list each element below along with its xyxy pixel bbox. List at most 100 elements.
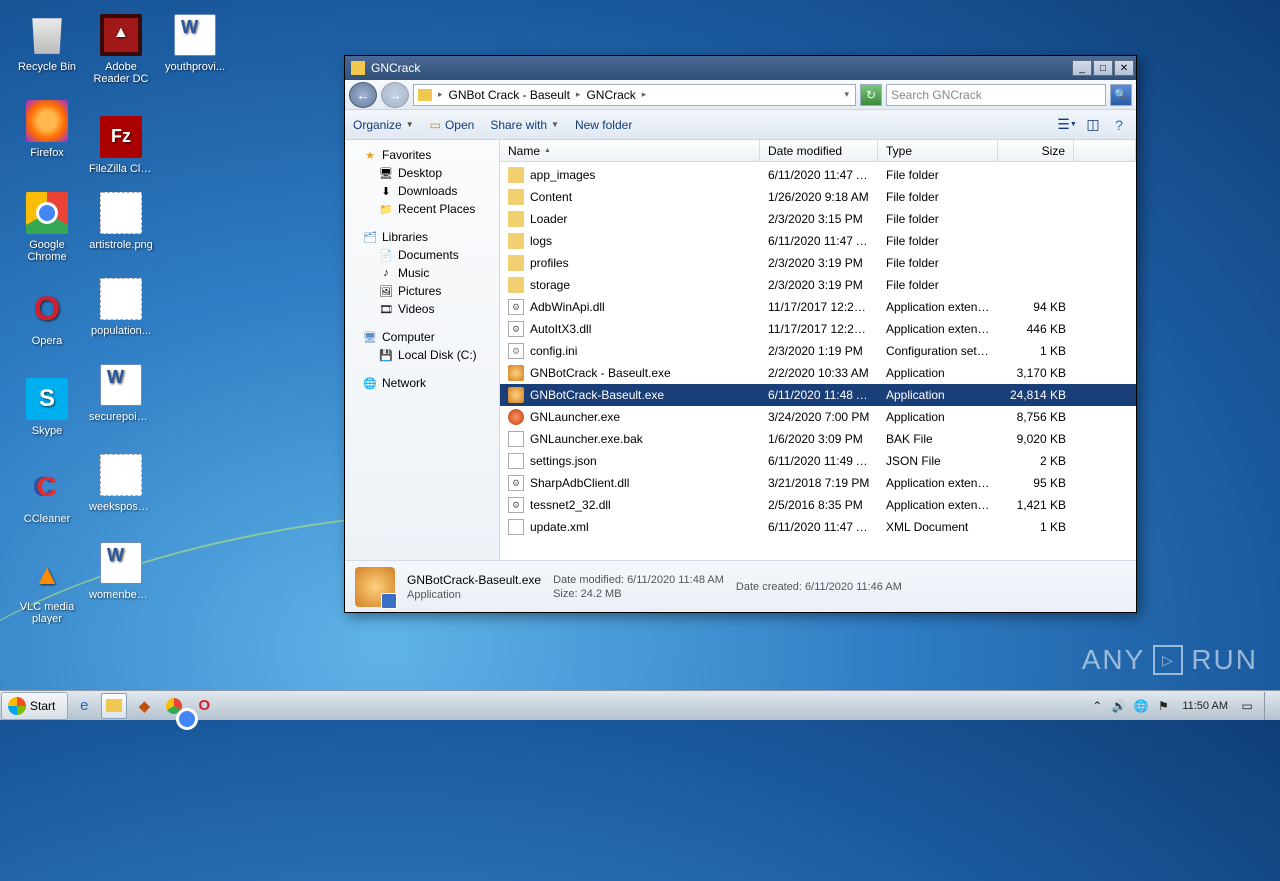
nav-item[interactable]: 💾Local Disk (C:) [345, 346, 499, 364]
file-row[interactable]: SharpAdbClient.dll3/21/2018 7:19 PMAppli… [500, 472, 1136, 494]
forward-button[interactable]: → [381, 82, 409, 108]
preview-pane-button[interactable]: ◫ [1084, 116, 1102, 134]
file-row[interactable]: GNLauncher.exe.bak1/6/2020 3:09 PMBAK Fi… [500, 428, 1136, 450]
file-row[interactable]: settings.json6/11/2020 11:49 AMJSON File… [500, 450, 1136, 472]
tray-flag-icon[interactable]: ⚑ [1154, 697, 1172, 715]
organize-menu[interactable]: Organize▼ [353, 118, 414, 132]
tray-expand-icon[interactable]: ⌃ [1088, 697, 1106, 715]
taskbar-explorer[interactable] [101, 693, 127, 719]
exe2-icon [508, 409, 524, 425]
start-button[interactable]: Start [1, 692, 68, 720]
nav-item[interactable]: 🎞Videos [345, 300, 499, 318]
navigation-pane: ★Favorites 🖥Desktop⬇Downloads📁Recent Pla… [345, 140, 500, 560]
file-row[interactable]: storage2/3/2020 3:19 PMFile folder [500, 274, 1136, 296]
share-menu[interactable]: Share with▼ [490, 118, 559, 132]
back-button[interactable]: ← [349, 82, 377, 108]
json-icon [508, 453, 524, 469]
taskbar-chrome[interactable] [161, 693, 187, 719]
cc-icon [26, 466, 68, 508]
fz-icon [100, 116, 142, 158]
start-orb-icon [8, 697, 26, 715]
dll-icon [508, 475, 524, 491]
file-icon [355, 567, 395, 607]
file-row[interactable]: AutoItX3.dll11/17/2017 12:27 PMApplicati… [500, 318, 1136, 340]
file-row[interactable]: tessnet2_32.dll2/5/2016 8:35 PMApplicati… [500, 494, 1136, 516]
tray-network-icon[interactable]: 🌐 [1132, 697, 1150, 715]
file-row[interactable]: app_images6/11/2020 11:47 AMFile folder [500, 164, 1136, 186]
file-row[interactable]: update.xml6/11/2020 11:47 AMXML Document… [500, 516, 1136, 538]
nav-favorites[interactable]: ★Favorites [345, 146, 499, 164]
nav-item[interactable]: ⬇Downloads [345, 182, 499, 200]
file-row[interactable]: AdbWinApi.dll11/17/2017 12:27 PMApplicat… [500, 296, 1136, 318]
address-bar[interactable]: ▸ GNBot Crack - Baseult ▸ GNCrack ▸ ▾ [413, 84, 856, 106]
file-list: Name▲ Date modified Type Size app_images… [500, 140, 1136, 560]
nav-item[interactable]: ♪Music [345, 264, 499, 282]
desktop-icon[interactable]: FileZilla Client [86, 116, 156, 176]
col-size[interactable]: Size [998, 140, 1074, 161]
titlebar[interactable]: GNCrack _ □ ✕ [345, 56, 1136, 80]
chevron-down-icon[interactable]: ▾ [844, 89, 849, 100]
nav-item[interactable]: 📁Recent Places [345, 200, 499, 218]
file-row[interactable]: Content1/26/2020 9:18 AMFile folder [500, 186, 1136, 208]
maximize-button[interactable]: □ [1093, 60, 1113, 76]
file-row[interactable]: profiles2/3/2020 3:19 PMFile folder [500, 252, 1136, 274]
desktop-icon[interactable]: VLC media player [12, 554, 82, 624]
taskbar-ie[interactable]: e [71, 693, 97, 719]
pdf-icon [100, 14, 142, 56]
png-icon [100, 454, 142, 496]
desktop-icon[interactable]: youthprovi... [160, 14, 230, 74]
desktop-icon[interactable]: Adobe Reader DC [86, 14, 156, 84]
file-row[interactable]: GNLauncher.exe3/24/2020 7:00 PMApplicati… [500, 406, 1136, 428]
nav-item[interactable]: 📄Documents [345, 246, 499, 264]
breadcrumb-segment[interactable]: GNBot Crack - Baseult [449, 88, 570, 102]
new-folder-button[interactable]: New folder [575, 118, 632, 132]
desktop-icon[interactable]: population... [86, 278, 156, 338]
desktop-icon[interactable]: securepoint... [86, 364, 156, 424]
chrome-icon [26, 192, 68, 234]
col-type[interactable]: Type [878, 140, 998, 161]
nav-item[interactable]: 🖼Pictures [345, 282, 499, 300]
tray-volume-icon[interactable]: 🔊 [1110, 697, 1128, 715]
nav-computer[interactable]: 🖥Computer [345, 328, 499, 346]
file-row[interactable]: config.ini2/3/2020 1:19 PMConfiguration … [500, 340, 1136, 362]
desktop-icon[interactable]: Firefox [12, 100, 82, 160]
desktop-icon[interactable]: Google Chrome [12, 192, 82, 262]
png-icon [100, 192, 142, 234]
taskbar: Start e ◆ O ⌃ 🔊 🌐 ⚑ 11:50 AM ▭ [0, 690, 1280, 720]
chevron-right-icon: ▸ [642, 89, 647, 100]
col-date[interactable]: Date modified [760, 140, 878, 161]
desktop-icon[interactable]: Opera [12, 288, 82, 348]
desktop-icon[interactable]: artistrole.png [86, 192, 156, 252]
nav-bar: ← → ▸ GNBot Crack - Baseult ▸ GNCrack ▸ … [345, 80, 1136, 110]
file-row[interactable]: Loader2/3/2020 3:15 PMFile folder [500, 208, 1136, 230]
desktop-icon[interactable]: Recycle Bin [12, 14, 82, 74]
search-button[interactable]: 🔍 [1110, 84, 1132, 106]
close-button[interactable]: ✕ [1114, 60, 1134, 76]
command-bar: Organize▼ ▭Open Share with▼ New folder ☰… [345, 110, 1136, 140]
file-row[interactable]: GNBotCrack - Baseult.exe2/2/2020 10:33 A… [500, 362, 1136, 384]
desktop-icon[interactable]: Skype [12, 378, 82, 438]
file-row[interactable]: logs6/11/2020 11:47 AMFile folder [500, 230, 1136, 252]
folder-icon [351, 61, 365, 75]
col-name[interactable]: Name▲ [500, 140, 760, 161]
show-desktop-button[interactable] [1264, 692, 1274, 720]
refresh-button[interactable]: ↻ [860, 84, 882, 106]
tray-monitor-icon[interactable]: ▭ [1238, 697, 1256, 715]
open-button[interactable]: ▭Open [430, 118, 475, 132]
file-row[interactable]: GNBotCrack-Baseult.exe6/11/2020 11:48 AM… [500, 384, 1136, 406]
desktop-icon[interactable]: weekspossi... [86, 454, 156, 514]
breadcrumb-segment[interactable]: GNCrack [586, 88, 635, 102]
minimize-button[interactable]: _ [1072, 60, 1092, 76]
nav-network[interactable]: 🌐Network [345, 374, 499, 392]
folder-icon [508, 233, 524, 249]
help-button[interactable]: ? [1110, 116, 1128, 134]
nav-libraries[interactable]: 🗂Libraries [345, 228, 499, 246]
search-input[interactable]: Search GNCrack [886, 84, 1106, 106]
view-button[interactable]: ☰▼ [1058, 116, 1076, 134]
nav-item[interactable]: 🖥Desktop [345, 164, 499, 182]
tray-clock[interactable]: 11:50 AM [1176, 700, 1234, 712]
desktop-icon[interactable]: womenbehi... [86, 542, 156, 602]
taskbar-app[interactable]: ◆ [131, 693, 157, 719]
chevron-right-icon: ▸ [576, 89, 581, 100]
desktop-icon[interactable]: CCleaner [12, 466, 82, 526]
